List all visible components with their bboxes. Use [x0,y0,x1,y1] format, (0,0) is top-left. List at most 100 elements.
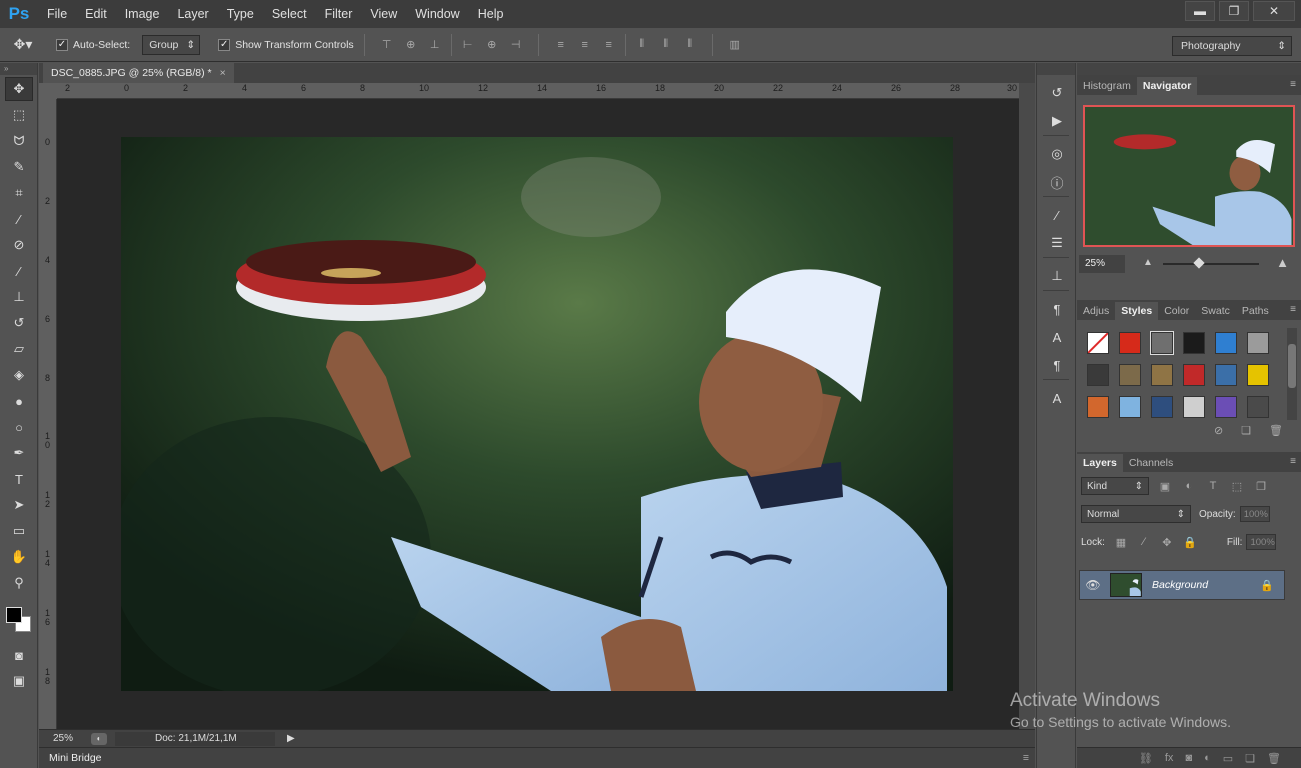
document-tab[interactable]: DSC_0885.JPG @ 25% (RGB/8) * × [43,63,234,83]
tab-histogram[interactable]: Histogram [1077,77,1137,95]
pixel-filter-icon[interactable]: ▣ [1157,478,1173,494]
distribute-top-icon[interactable]: ≡ [553,37,569,53]
mask-icon[interactable]: ◙ [1185,752,1192,764]
canvas-area[interactable] [57,99,1019,729]
style-swatch[interactable] [1243,392,1275,424]
brush-settings-icon[interactable]: ☰ [1045,233,1069,253]
distribute-right-icon[interactable]: ⫴ [682,37,698,53]
minimize-button[interactable]: ▬ [1185,1,1215,21]
adjustment-layer-icon[interactable]: ◐ [1204,752,1211,764]
trash-icon[interactable]: 🗑 [1267,752,1281,765]
healing-brush-tool[interactable]: ⊘ [5,233,33,257]
align-bottom-icon[interactable]: ⊥ [427,37,443,53]
style-swatch[interactable] [1083,328,1115,360]
type-filter-icon[interactable]: T [1205,478,1221,494]
tab-swatches[interactable]: Swatc [1195,302,1236,320]
blend-mode-dropdown[interactable]: Normal ⇕ [1081,505,1191,523]
lock-transparency-icon[interactable]: ▦ [1114,535,1128,549]
adjustment-filter-icon[interactable]: ◐ [1181,478,1197,494]
zoom-tool[interactable]: ⚲ [5,571,33,595]
pen-tool[interactable]: ✒ [5,441,33,465]
visibility-eye-icon[interactable]: 👁 [1080,578,1106,592]
quick-select-tool[interactable]: ✎ [5,155,33,179]
menu-type[interactable]: Type [218,0,263,28]
document-photo[interactable] [121,137,953,691]
info-icon[interactable]: ◐ [91,732,107,745]
align-hcenter-icon[interactable]: ⊕ [484,37,500,53]
marquee-tool[interactable]: ⬚ [5,103,33,127]
mini-bridge-panel[interactable]: Mini Bridge ≡ [39,747,1035,768]
distribute-hcenter-icon[interactable]: ⫴ [658,37,674,53]
vertical-scrollbar[interactable] [1019,83,1035,729]
style-swatch[interactable] [1147,360,1179,392]
align-left-icon[interactable]: ⊢ [460,37,476,53]
zoom-out-icon[interactable]: ▲ [1143,257,1153,268]
zoom-slider-thumb[interactable] [1193,257,1205,269]
tools-panel-header[interactable]: » [0,63,37,75]
scroll-thumb[interactable] [1288,344,1296,388]
new-style-icon[interactable]: ❏ [1241,424,1251,440]
character-icon[interactable]: A [1045,327,1069,347]
navigator-zoom-value[interactable]: 25% [1079,255,1125,273]
type-tool[interactable]: T [5,467,33,491]
paragraph-icon[interactable]: ¶ [1045,355,1069,375]
lasso-tool[interactable]: ᗢ [5,129,33,153]
menu-layer[interactable]: Layer [168,0,217,28]
path-select-tool[interactable]: ➤ [5,493,33,517]
style-swatch[interactable] [1115,328,1147,360]
style-swatch[interactable] [1179,328,1211,360]
actions-icon[interactable]: ▶ [1045,111,1069,131]
distribute-left-icon[interactable]: ⫴ [634,37,650,53]
restore-button[interactable]: ❐ [1219,1,1249,21]
play-icon[interactable]: ▶ [287,733,295,744]
auto-select-dropdown[interactable]: Group ⇕ [142,34,201,55]
shape-tool[interactable]: ▭ [5,519,33,543]
style-swatch[interactable] [1211,392,1243,424]
styles-scrollbar[interactable] [1287,328,1297,420]
panel-menu-icon[interactable]: ≡ [1290,304,1296,315]
menu-edit[interactable]: Edit [76,0,116,28]
workspace-dropdown[interactable]: Photography ⇕ [1172,36,1292,56]
move-tool[interactable]: ✥ [5,77,33,101]
zoom-value[interactable]: 25% [39,733,91,744]
panel-dock-header[interactable] [1077,63,1301,75]
style-swatch[interactable] [1147,392,1179,424]
tab-paths[interactable]: Paths [1236,302,1275,320]
style-swatch[interactable] [1083,392,1115,424]
tab-layers[interactable]: Layers [1077,454,1123,472]
foreground-color[interactable] [6,607,22,623]
trash-icon[interactable]: 🗑 [1269,424,1283,440]
align-vcenter-icon[interactable]: ⊕ [403,37,419,53]
crop-tool[interactable]: ⌗ [5,181,33,205]
show-transform-checkbox[interactable]: ✓ Show Transform Controls [218,38,354,51]
menu-filter[interactable]: Filter [316,0,362,28]
menu-file[interactable]: File [38,0,76,28]
navigator-preview[interactable] [1083,105,1295,247]
strip-header[interactable] [1037,63,1075,75]
close-icon[interactable]: × [220,67,226,79]
smart-object-filter-icon[interactable]: ❐ [1253,478,1269,494]
align-top-icon[interactable]: ⊤ [379,37,395,53]
panel-menu-icon[interactable]: ≡ [1023,752,1029,764]
tab-color[interactable]: Color [1158,302,1195,320]
tab-navigator[interactable]: Navigator [1136,77,1198,95]
style-swatch[interactable] [1179,392,1211,424]
kind-filter-dropdown[interactable]: Kind ⇕ [1081,477,1149,495]
distribute-vcenter-icon[interactable]: ≡ [577,37,593,53]
paint-bucket-tool[interactable]: ◈ [5,363,33,387]
layer-row-background[interactable]: 👁 Background 🔒 [1079,570,1285,600]
close-button[interactable]: ✕ [1253,1,1295,21]
link-icon[interactable]: ⛓ [1139,752,1153,765]
lock-all-icon[interactable]: 🔒 [1183,535,1197,549]
style-swatch[interactable] [1179,360,1211,392]
properties-icon[interactable]: ◎ [1045,144,1069,164]
style-swatch[interactable] [1211,360,1243,392]
menu-image[interactable]: Image [116,0,169,28]
clone-source-icon[interactable]: ⊥ [1045,266,1069,286]
style-swatch[interactable] [1211,328,1243,360]
brush-preset-icon[interactable]: ⁄ [1045,205,1069,225]
style-swatch[interactable] [1243,360,1275,392]
document-info[interactable]: Doc: 21,1M/21,1M [115,731,275,746]
panel-menu-icon[interactable]: ≡ [1290,79,1296,90]
distribute-bottom-icon[interactable]: ≡ [601,37,617,53]
